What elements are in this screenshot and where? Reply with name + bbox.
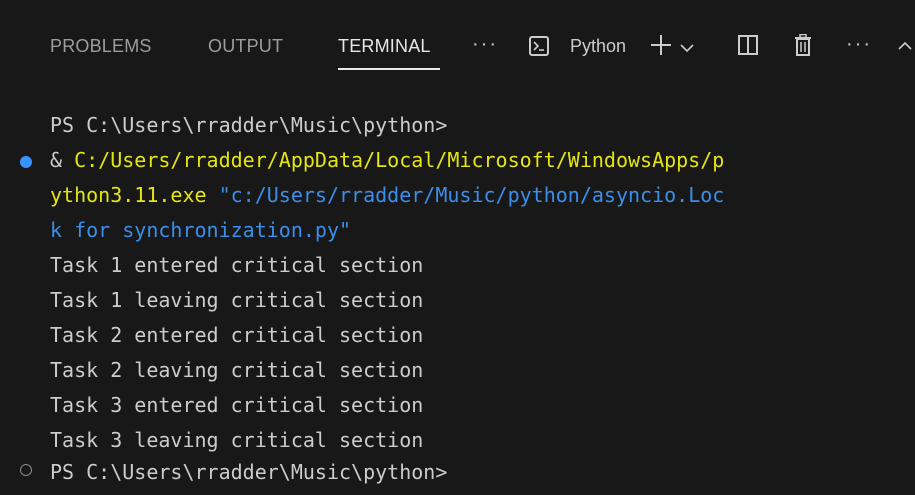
terminal-prompt-line-current: PS C:\Users\rradder\Music\python> [50,460,448,484]
terminal-output-line: Task 1 leaving critical section [50,288,424,312]
split-icon[interactable] [738,35,758,60]
terminal-command-line-wrap: ython3.11.exe "c:/Users/rradder/Music/py… [50,178,724,212]
terminal-output-line: Task 2 entered critical section [50,323,424,347]
terminal-panel: PROBLEMS OUTPUT TERMINAL ··· Python ··· … [0,0,915,495]
terminal-command-line-wrap: k for synchronization.py" [50,213,351,247]
active-tab-indicator [338,68,440,70]
panel-tab-bar: PROBLEMS OUTPUT TERMINAL ··· Python ··· [0,0,915,96]
command-executable-path-cont: ython3.11.exe [50,183,207,207]
terminal-output-line: Task 1 entered critical section [50,253,424,277]
terminal-output-line: Task 2 leaving critical section [50,358,424,382]
tab-output[interactable]: OUTPUT [208,36,283,57]
terminal-output-line: Task 3 entered critical section [50,393,424,417]
plus-icon[interactable] [650,34,672,61]
more-actions-icon[interactable]: ··· [472,33,498,56]
command-ampersand: & [50,148,75,172]
command-script-argument-cont: k for synchronization.py" [50,218,352,242]
command-success-marker-icon[interactable] [20,156,32,168]
terminal-profile-label[interactable]: Python [570,36,626,57]
terminal-prompt-line: PS C:\Users\rradder\Music\python> [50,113,448,137]
terminal-command-line: & C:/Users/rradder/AppData/Local/Microso… [50,143,724,177]
tab-problems[interactable]: PROBLEMS [50,36,152,57]
trash-icon[interactable] [794,33,812,61]
more-icon[interactable]: ··· [846,33,872,56]
tab-terminal[interactable]: TERMINAL [338,36,431,57]
command-pending-marker-icon[interactable] [20,464,32,476]
command-executable-path: C:/Users/rradder/AppData/Local/Microsoft… [74,148,725,172]
terminal-output-line: Task 3 leaving critical section [50,428,424,452]
chevron-up-icon[interactable] [898,38,912,56]
terminal-icon [529,36,549,56]
chevron-down-icon[interactable] [680,40,694,58]
command-script-argument: "c:/Users/rradder/Music/python/asyncio.L… [218,183,725,207]
terminal-output[interactable]: PS C:\Users\rradder\Music\python> & C:/U… [0,96,915,495]
